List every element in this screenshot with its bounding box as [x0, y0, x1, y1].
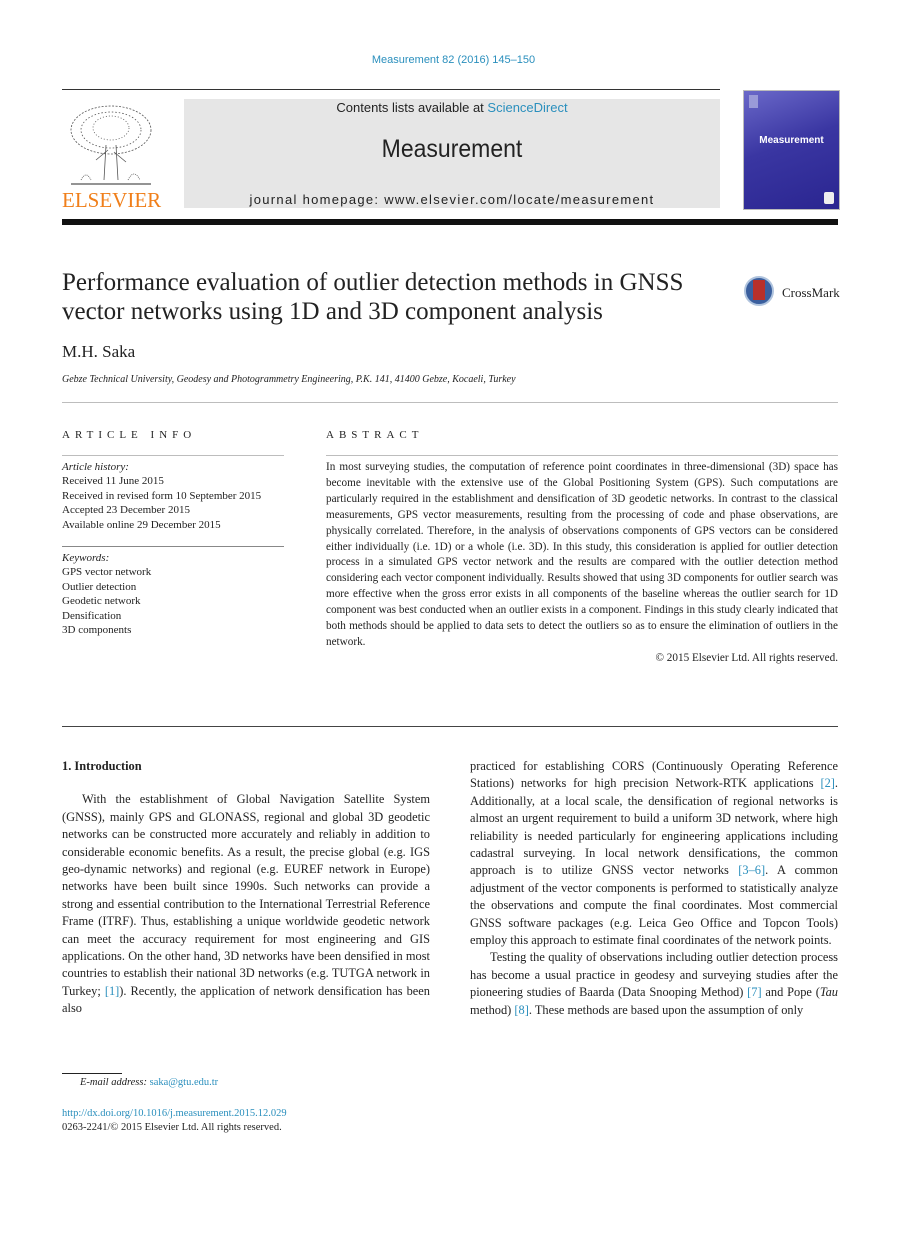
doi-link[interactable]: http://dx.doi.org/10.1016/j.measurement.… — [62, 1108, 287, 1119]
elsevier-wordmark: ELSEVIER — [62, 188, 162, 212]
body-column-right: practiced for establishing CORS (Continu… — [470, 758, 838, 1019]
author-name: M.H. Saka — [62, 342, 136, 361]
paragraph-text: and Pope ( — [761, 985, 820, 1000]
cover-publisher-mark — [749, 95, 758, 108]
section-heading: 1. Introduction — [62, 759, 142, 773]
crossmark-label: CrossMark — [782, 285, 840, 300]
abstract-body: In most surveying studies, the computati… — [326, 460, 838, 667]
footnote-rule — [62, 1073, 122, 1074]
keyword-item: GPS vector network — [62, 566, 152, 579]
journal-homepage[interactable]: journal homepage: www.elsevier.com/locat… — [184, 192, 720, 207]
keywords-label: Keywords: — [62, 552, 110, 564]
body-paragraph: Testing the quality of observations incl… — [470, 949, 838, 1019]
keyword-item: 3D components — [62, 624, 132, 637]
article-info-heading: ARTICLE INFO — [62, 429, 197, 441]
citation-link[interactable]: [3–6] — [738, 863, 765, 877]
header-rule — [62, 89, 720, 90]
journal-reference[interactable]: Measurement 82 (2016) 145–150 — [0, 54, 907, 66]
article-info-rule — [62, 455, 284, 456]
journal-masthead: Contents lists available at ScienceDirec… — [184, 99, 720, 208]
paragraph-text: practiced for establishing CORS (Continu… — [470, 759, 838, 791]
title-rule — [62, 402, 838, 403]
journal-cover-image: Measurement — [743, 90, 840, 210]
abstract-text: In most surveying studies, the computati… — [326, 461, 838, 648]
abstract-copyright: © 2015 Elsevier Ltd. All rights reserved… — [655, 651, 839, 664]
sciencedirect-link[interactable]: ScienceDirect — [487, 100, 567, 115]
body-column-left: 1. Introduction With the establishment o… — [62, 758, 430, 1018]
body-paragraph: With the establishment of Global Navigat… — [62, 791, 430, 1017]
article-title: Performance evaluation of outlier detect… — [62, 269, 684, 325]
history-item: Received 11 June 2015 — [62, 475, 164, 488]
body-paragraph: practiced for establishing CORS (Continu… — [470, 758, 838, 949]
article-history: Article history: Received 11 June 2015 R… — [62, 460, 284, 532]
issn-copyright: 0263-2241/© 2015 Elsevier Ltd. All right… — [62, 1122, 282, 1133]
masthead-rule — [62, 219, 838, 225]
keyword-item: Geodetic network — [62, 595, 141, 608]
abstract-end-rule — [62, 726, 838, 727]
history-label: Article history: — [62, 461, 129, 473]
history-item: Available online 29 December 2015 — [62, 518, 221, 531]
keywords-rule — [62, 546, 284, 547]
crossmark-ribbon-icon — [753, 280, 765, 300]
contents-prefix: Contents lists available at — [336, 100, 488, 115]
keyword-item: Outlier detection — [62, 580, 137, 593]
email-label: E-mail address: — [80, 1077, 150, 1088]
cover-badge-icon — [824, 192, 834, 204]
cover-title: Measurement — [759, 135, 824, 146]
history-item: Accepted 23 December 2015 — [62, 504, 190, 517]
citation-link[interactable]: [1] — [105, 984, 119, 998]
abstract-rule — [326, 455, 838, 456]
author-affiliation: Gebze Technical University, Geodesy and … — [62, 374, 516, 385]
email-link[interactable]: saka@gtu.edu.tr — [150, 1077, 219, 1088]
author-email-footnote: E-mail address: saka@gtu.edu.tr — [80, 1077, 218, 1088]
citation-link[interactable]: [7] — [747, 985, 761, 999]
citation-link[interactable]: [2] — [820, 776, 834, 790]
elsevier-tree-icon — [70, 105, 152, 185]
paragraph-text: method) — [470, 1002, 515, 1017]
citation-link[interactable]: [8] — [514, 1003, 528, 1017]
keyword-item: Densification — [62, 609, 122, 622]
paragraph-text: With the establishment of Global Navigat… — [62, 792, 430, 998]
journal-name: Measurement — [381, 135, 523, 163]
abstract-heading: ABSTRACT — [326, 429, 424, 441]
keywords: Keywords: GPS vector network Outlier det… — [62, 551, 284, 637]
history-item: Received in revised form 10 September 20… — [62, 489, 262, 502]
emphasis-text: Tau — [819, 985, 838, 1000]
elsevier-logo: ELSEVIER — [62, 100, 162, 212]
crossmark-button[interactable]: CrossMark — [744, 276, 844, 310]
contents-availability: Contents lists available at ScienceDirec… — [184, 100, 720, 115]
paragraph-text: . These methods are based upon the assum… — [528, 1002, 804, 1017]
